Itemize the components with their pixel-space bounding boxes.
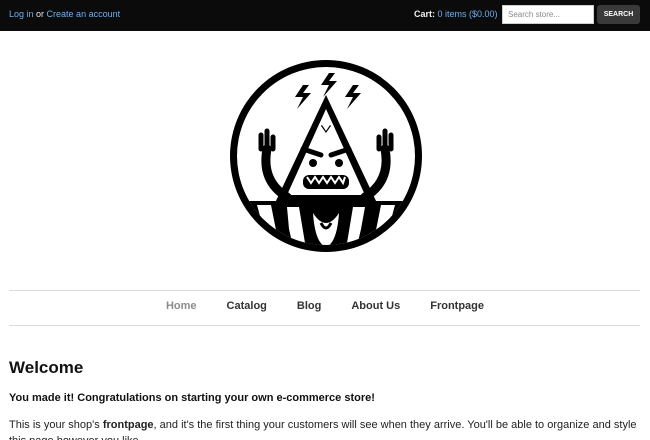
or-text: or bbox=[33, 9, 47, 19]
login-link[interactable]: Log in bbox=[9, 9, 34, 19]
main-content: Welcome You made it! Congratulations on … bbox=[9, 358, 640, 440]
search-input[interactable] bbox=[502, 5, 594, 24]
account-links: Log in or Create an account bbox=[9, 9, 120, 19]
cart-summary: Cart: 0 items ($0.00) bbox=[414, 9, 498, 19]
nav-top-divider bbox=[9, 290, 640, 291]
nav-item-catalog[interactable]: Catalog bbox=[227, 300, 267, 312]
create-account-link[interactable]: Create an account bbox=[47, 9, 121, 19]
cart-label: Cart: bbox=[414, 9, 436, 19]
top-bar: Log in or Create an account Cart: 0 item… bbox=[0, 0, 650, 31]
nav-item-about-us[interactable]: About Us bbox=[351, 300, 400, 312]
paragraph-bold: frontpage bbox=[102, 419, 154, 431]
search-button[interactable]: SEARCH bbox=[597, 5, 640, 24]
cart-link[interactable]: 0 items ($0.00) bbox=[438, 9, 498, 19]
paragraph-prefix: This is your shop's bbox=[9, 419, 103, 431]
welcome-lead: You made it! Congratulations on starting… bbox=[9, 392, 375, 404]
nav-item-home[interactable]: Home bbox=[166, 300, 197, 312]
mountain-monster-logo-icon[interactable] bbox=[227, 57, 425, 255]
nav-bottom-divider bbox=[9, 325, 640, 326]
page-title: Welcome bbox=[9, 358, 84, 377]
nav-item-frontpage[interactable]: Frontpage bbox=[430, 300, 484, 312]
welcome-paragraph: This is your shop's frontpage, and it's … bbox=[9, 417, 640, 440]
nav-item-blog[interactable]: Blog bbox=[297, 300, 321, 312]
main-nav: Home Catalog Blog About Us Frontpage bbox=[0, 300, 650, 312]
